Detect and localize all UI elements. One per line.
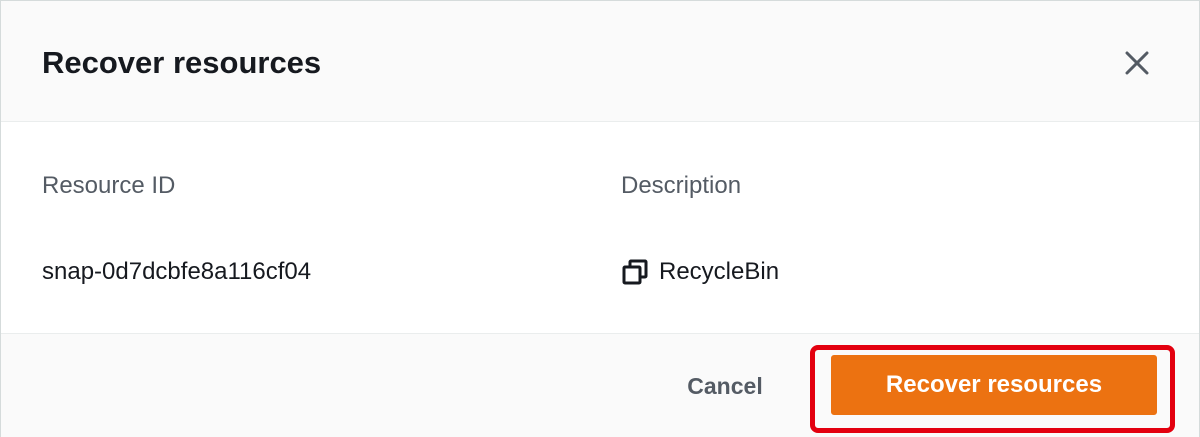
close-button[interactable] <box>1119 45 1155 81</box>
close-icon <box>1125 51 1149 75</box>
dialog-header: Recover resources <box>1 1 1199 122</box>
description-cell: RecycleBin <box>621 257 779 287</box>
dialog-title: Recover resources <box>42 45 322 80</box>
cancel-button[interactable]: Cancel <box>661 366 789 406</box>
description-value: RecycleBin <box>659 258 780 285</box>
column-header-resource-id: Resource ID <box>42 172 176 199</box>
resource-id-value: snap-0d7dcbfe8a116cf04 <box>42 258 312 285</box>
copy-icon[interactable] <box>621 258 649 286</box>
recover-resources-button[interactable]: Recover resources <box>831 355 1157 415</box>
recover-resources-dialog: Recover resources Resource ID Descriptio… <box>0 0 1200 437</box>
dialog-footer: Cancel Recover resources <box>1 333 1199 437</box>
dialog-body: Resource ID Description snap-0d7dcbfe8a1… <box>1 123 1199 333</box>
column-header-description: Description <box>621 172 742 199</box>
